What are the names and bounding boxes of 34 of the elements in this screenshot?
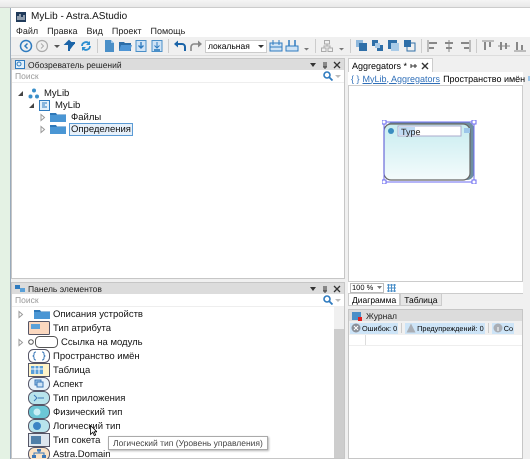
breadcrumb-link[interactable]: MyLib, Aggregators bbox=[362, 74, 440, 84]
toolbox-item[interactable]: Тип сокета bbox=[53, 434, 100, 446]
tree-item[interactable]: MyLib bbox=[53, 98, 82, 112]
toolbox-item[interactable]: Тип приложения bbox=[53, 392, 126, 404]
tooltip: Логический тип (Уровень управления) bbox=[108, 436, 268, 450]
menu-item[interactable]: Правка bbox=[47, 26, 78, 36]
toolbox-item[interactable]: Физический тип bbox=[53, 406, 122, 418]
panel-title: Панель элементов bbox=[28, 284, 103, 294]
menu-item[interactable]: Файл bbox=[16, 26, 38, 36]
search-field[interactable]: Поиск bbox=[15, 70, 321, 82]
panel-title: Обозреватель решений bbox=[28, 60, 123, 70]
menu-item[interactable]: Помощь bbox=[150, 26, 186, 36]
tree-item[interactable]: Файлы bbox=[69, 110, 104, 124]
view-tab[interactable]: Таблица bbox=[400, 294, 442, 306]
namespace-braces: { } bbox=[351, 74, 360, 84]
toolbox-item[interactable]: Логический тип bbox=[53, 420, 120, 432]
menu-item[interactable]: Проект bbox=[112, 26, 142, 36]
panel-title: Журнал bbox=[366, 310, 398, 320]
toolbox-item[interactable]: Ссылка на модуль bbox=[61, 336, 143, 348]
view-tab[interactable]: Диаграмма bbox=[348, 294, 400, 306]
toolbox-item[interactable]: Аспект bbox=[53, 378, 84, 390]
toolbox-item[interactable]: Тип атрибута bbox=[53, 322, 112, 334]
window-title: MyLib - Astra.AStudio bbox=[31, 11, 128, 22]
configuration-dropdown[interactable]: локальная bbox=[205, 40, 267, 52]
document-tab[interactable]: Aggregators * bbox=[348, 58, 434, 72]
toolbox-item[interactable]: Пространство имён bbox=[53, 350, 140, 362]
search-field[interactable]: Поиск bbox=[15, 294, 321, 306]
breadcrumb-kind: Пространство имён bbox=[443, 74, 526, 84]
toolbox-item[interactable]: Таблица bbox=[53, 364, 90, 376]
toolbox-item[interactable]: Astra.Domain bbox=[53, 448, 111, 459]
tree-item[interactable]: Определения bbox=[69, 122, 133, 136]
menu-item[interactable]: Вид bbox=[86, 26, 103, 36]
tree-item[interactable]: MyLib bbox=[42, 86, 72, 100]
toolbox-item[interactable]: Описания устройств bbox=[53, 308, 143, 320]
